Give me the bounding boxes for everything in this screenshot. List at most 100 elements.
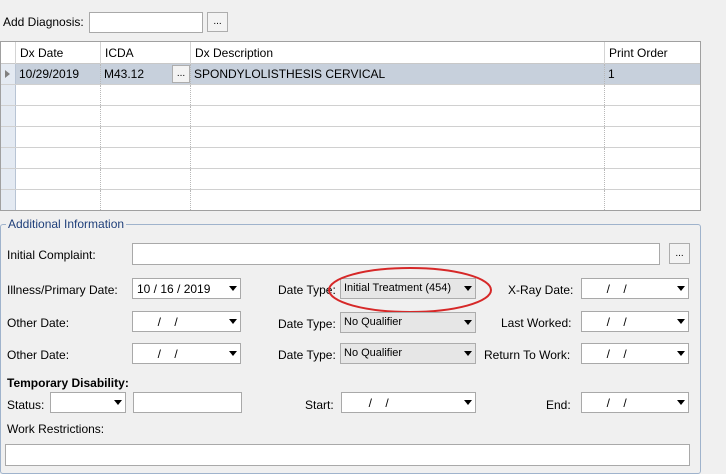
cell-empty[interactable] xyxy=(16,106,101,126)
start-date-picker[interactable]: / / xyxy=(341,392,476,413)
add-diagnosis-label: Add Diagnosis: xyxy=(3,15,84,29)
chevron-down-icon[interactable] xyxy=(464,320,472,325)
cell-empty[interactable] xyxy=(101,190,191,210)
row-header[interactable] xyxy=(1,106,16,126)
status-label: Status: xyxy=(7,398,45,412)
grid-header: Dx Date ICDA Dx Description Print Order xyxy=(1,42,700,64)
initial-complaint-input[interactable] xyxy=(132,243,660,265)
cell-print-order[interactable]: 1 xyxy=(605,64,701,84)
xray-date-value: / / xyxy=(600,282,627,296)
end-date-value: / / xyxy=(600,396,627,410)
table-row[interactable]: 10/29/2019 M43.12 ... SPONDYLOLISTHESIS … xyxy=(1,64,700,85)
initial-complaint-label: Initial Complaint: xyxy=(7,248,96,262)
table-row[interactable] xyxy=(1,148,700,169)
chevron-down-icon[interactable] xyxy=(114,400,122,405)
date-type-label-3: Date Type: xyxy=(278,348,336,362)
cell-empty[interactable] xyxy=(101,85,191,105)
other-date-picker-1[interactable]: / / xyxy=(132,311,241,332)
initial-complaint-browse-button[interactable]: ... xyxy=(669,243,690,264)
chevron-down-icon[interactable] xyxy=(229,351,237,356)
illness-date-picker[interactable]: 10 / 16 / 2019 xyxy=(132,278,241,299)
add-diagnosis-browse-button[interactable]: ... xyxy=(207,12,228,32)
cell-dx-date[interactable]: 10/29/2019 xyxy=(16,64,101,84)
chevron-down-icon[interactable] xyxy=(677,319,685,324)
diagnosis-grid: Dx Date ICDA Dx Description Print Order … xyxy=(0,41,701,211)
status-select[interactable] xyxy=(50,392,126,413)
table-row[interactable] xyxy=(1,85,700,106)
other-date-value-2: / / xyxy=(151,347,178,361)
cell-empty[interactable] xyxy=(101,169,191,189)
grid-corner xyxy=(1,42,16,64)
xray-date-picker[interactable]: / / xyxy=(581,278,689,299)
column-header-icda[interactable]: ICDA xyxy=(101,42,191,64)
row-header[interactable] xyxy=(1,85,16,105)
table-row[interactable] xyxy=(1,169,700,190)
date-type-select-3[interactable]: No Qualifier xyxy=(340,343,476,364)
highlight-ring-annotation xyxy=(328,267,492,313)
last-worked-date-picker[interactable]: / / xyxy=(581,311,689,332)
last-worked-value: / / xyxy=(600,315,627,329)
start-label: Start: xyxy=(305,398,334,412)
work-restrictions-label: Work Restrictions: xyxy=(7,422,105,436)
cell-empty[interactable] xyxy=(101,127,191,147)
table-row[interactable] xyxy=(1,190,700,210)
cell-empty[interactable] xyxy=(16,190,101,210)
return-to-work-value: / / xyxy=(600,347,627,361)
start-date-value: / / xyxy=(362,396,389,410)
current-row-arrow-icon xyxy=(5,70,10,78)
date-type-select-2[interactable]: No Qualifier xyxy=(340,312,476,333)
illness-date-value: 10 / 16 / 2019 xyxy=(137,282,211,296)
temporary-disability-heading: Temporary Disability: xyxy=(7,376,129,390)
other-date-value-1: / / xyxy=(151,315,178,329)
additional-information-title: Additional Information xyxy=(6,217,127,231)
xray-date-label: X-Ray Date: xyxy=(508,283,574,297)
chevron-down-icon[interactable] xyxy=(677,351,685,356)
chevron-down-icon[interactable] xyxy=(677,400,685,405)
chevron-down-icon[interactable] xyxy=(464,351,472,356)
add-diagnosis-input[interactable] xyxy=(89,12,203,33)
table-row[interactable] xyxy=(1,127,700,148)
cell-empty[interactable] xyxy=(191,148,605,168)
work-restrictions-input[interactable] xyxy=(5,444,690,466)
status-text-input[interactable] xyxy=(133,392,242,413)
other-date-picker-2[interactable]: / / xyxy=(132,343,241,364)
return-to-work-date-picker[interactable]: / / xyxy=(581,343,689,364)
cell-empty[interactable] xyxy=(191,190,605,210)
date-type-label-2: Date Type: xyxy=(278,317,336,331)
cell-empty[interactable] xyxy=(191,106,605,126)
end-date-picker[interactable]: / / xyxy=(581,392,689,413)
chevron-down-icon[interactable] xyxy=(229,319,237,324)
cell-empty[interactable] xyxy=(191,85,605,105)
cell-empty[interactable] xyxy=(16,169,101,189)
row-header[interactable] xyxy=(1,148,16,168)
row-header[interactable] xyxy=(1,127,16,147)
row-header[interactable] xyxy=(1,64,16,84)
row-header[interactable] xyxy=(1,190,16,210)
last-worked-label: Last Worked: xyxy=(501,316,572,330)
cell-empty[interactable] xyxy=(16,127,101,147)
cell-empty[interactable] xyxy=(101,106,191,126)
end-label: End: xyxy=(546,398,571,412)
chevron-down-icon[interactable] xyxy=(229,286,237,291)
other-date-label-1: Other Date: xyxy=(7,316,70,330)
scrollbar-area[interactable] xyxy=(701,0,726,464)
illness-date-label: Illness/Primary Date: xyxy=(7,283,118,297)
cell-empty[interactable] xyxy=(101,148,191,168)
column-header-dx-description[interactable]: Dx Description xyxy=(191,42,605,64)
icda-browse-button[interactable]: ... xyxy=(172,65,190,83)
chevron-down-icon[interactable] xyxy=(677,286,685,291)
column-header-print-order[interactable]: Print Order xyxy=(605,42,701,64)
cell-empty[interactable] xyxy=(191,169,605,189)
row-header[interactable] xyxy=(1,169,16,189)
cell-empty[interactable] xyxy=(16,85,101,105)
date-type-value-3: No Qualifier xyxy=(344,347,403,359)
table-row[interactable] xyxy=(1,106,700,127)
chevron-down-icon[interactable] xyxy=(464,400,472,405)
column-header-dx-date[interactable]: Dx Date xyxy=(16,42,101,64)
other-date-label-2: Other Date: xyxy=(7,348,70,362)
cell-empty[interactable] xyxy=(16,148,101,168)
cell-dx-description[interactable]: SPONDYLOLISTHESIS CERVICAL xyxy=(191,64,605,84)
return-to-work-label: Return To Work: xyxy=(484,348,571,362)
date-type-value-2: No Qualifier xyxy=(344,316,403,328)
cell-empty[interactable] xyxy=(191,127,605,147)
